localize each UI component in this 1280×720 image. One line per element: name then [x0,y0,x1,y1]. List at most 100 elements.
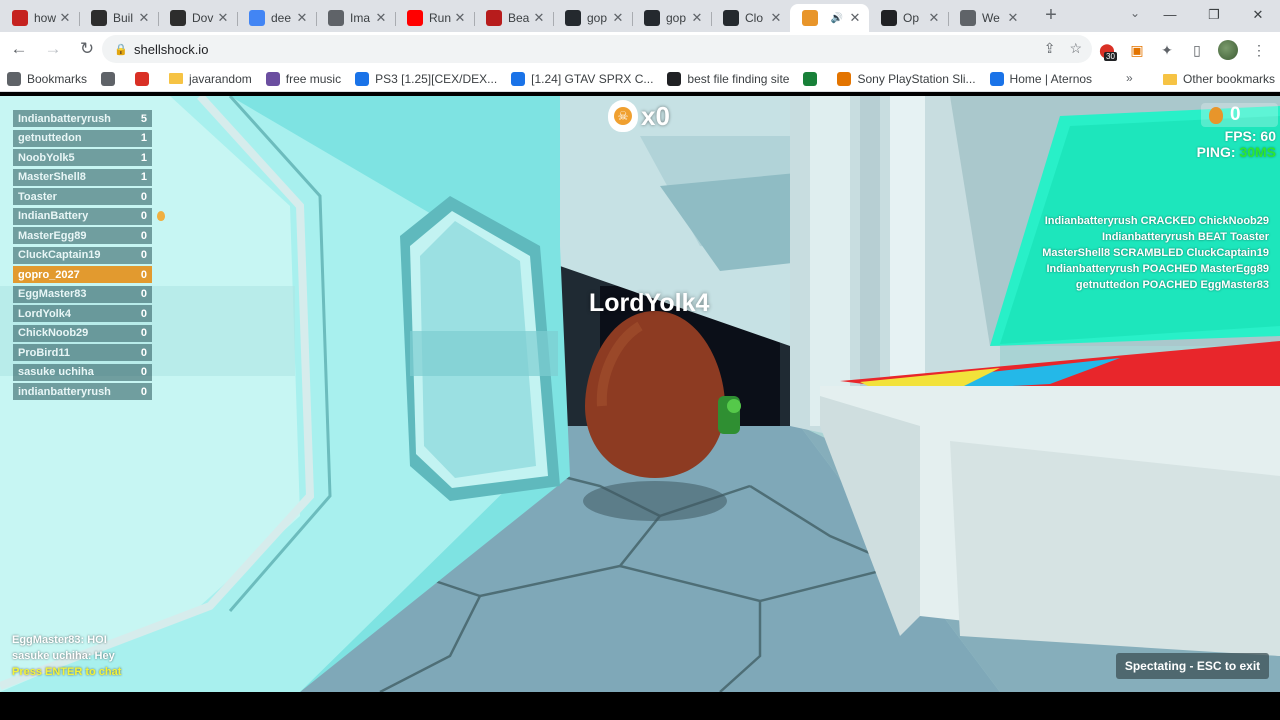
kill-feed-entry: Indianbatteryrush BEAT Toaster [1101,231,1269,243]
player-name: MasterEgg89 [18,229,87,242]
tab-close-icon[interactable]: ✕ [926,10,942,26]
kill-feed-entry: Indianbatteryrush POACHED MasterEgg89 [1046,263,1270,275]
spectating-exit-button[interactable]: Spectating - ESC to exit [1116,653,1269,679]
bookmark-item[interactable] [94,71,128,86]
browser-tab[interactable]: Op ✕ [869,4,948,32]
address-bar[interactable]: 🔒 shellshock.io ⇪ ☆ [102,35,1092,63]
leaderboard-row: NoobYolk5 1 [13,149,152,166]
player-score: 0 [140,327,147,339]
browser-tab[interactable]: Run ✕ [395,4,474,32]
extension-badge: 30 [1104,52,1117,61]
other-bookmarks[interactable]: Other bookmarks [1156,66,1280,92]
tab-close-icon[interactable]: ✕ [57,10,73,26]
tab-close-icon[interactable]: ✕ [1005,10,1021,26]
chat-message: EggMaster83: HOI [12,634,107,646]
player-score: 0 [140,288,147,300]
folder-icon [1163,73,1177,85]
player-name: IndianBattery [18,210,89,222]
bookmark-star-icon[interactable]: ☆ [1069,40,1082,57]
chat-hint[interactable]: Press ENTER to chat [12,664,121,680]
game-viewport[interactable]: Indianbatteryrush 5 getnuttedon 1 NoobYolk5 1… [0,96,1280,692]
leaderboard: Indianbatteryrush 5 getnuttedon 1 NoobYolk5 1… [13,110,152,403]
browser-tab[interactable]: how ✕ [0,4,79,32]
puzzle-extensions-icon[interactable]: ✦ [1158,41,1176,59]
tab-title: dee [271,11,292,25]
chart-favicon-icon [328,10,344,26]
bookmark-item[interactable]: free music [259,71,348,86]
kill-feed: Indianbatteryrush CRACKED ChickNoob29 Ind… [1042,213,1269,293]
leaderboard-row: Toaster 0 [13,188,152,205]
player-name: EggMaster83 [18,288,87,300]
leaderboard-row: gopro_2027 0 [13,266,152,283]
lock-icon[interactable]: 🔒 [114,43,128,56]
browser-tab[interactable]: Ima ✕ [316,4,395,32]
bookmark-item[interactable] [128,71,162,86]
player-name: MasterShell8 [18,171,86,183]
bookmarks-overflow-icon[interactable]: » [1126,71,1133,85]
leaderboard-row: MasterShell8 1 [13,168,152,186]
side-panel-icon[interactable]: ▯ [1188,41,1206,59]
tab-close-icon[interactable]: ✕ [531,10,547,26]
speaker-icon[interactable]: 🔊 [831,13,843,24]
leaderboard-row: EggMaster83 0 [13,285,152,303]
back-icon[interactable]: ← [4,34,34,64]
globe-favicon-icon [960,10,976,26]
browser-tab[interactable]: Buil ✕ [79,4,158,32]
bookmark-item[interactable]: Bookmarks [0,71,94,86]
extension-color-icon[interactable]: ▣ [1128,41,1146,59]
restore-icon[interactable]: ❐ [1192,0,1236,30]
bookmark-item[interactable] [796,71,830,86]
tab-title: Op [903,11,920,25]
tab-title: how [34,11,57,25]
new-tab-button[interactable]: + [1037,2,1065,30]
tab-title: gop [587,11,608,25]
minimize-icon[interactable]: — [1148,0,1192,30]
player-name: gopro_2027 [18,268,80,281]
game-scene [0,96,1280,692]
tab-close-icon[interactable]: ✕ [768,10,784,26]
youtube-favicon-icon [407,10,423,26]
bookmark-item[interactable]: Sony PlayStation Sli... [830,71,982,86]
tab-close-icon[interactable]: ✕ [610,10,626,26]
share-icon[interactable]: ⇪ [1044,40,1056,57]
tab-close-icon[interactable]: ✕ [847,10,863,26]
tab-close-icon[interactable]: ✕ [136,10,152,26]
globe-icon [101,71,116,86]
tab-close-icon[interactable]: ✕ [452,10,468,26]
browser-tab[interactable]: gop ✕ [553,4,632,32]
nvidia-favicon-icon [170,10,186,26]
profile-avatar[interactable] [1218,40,1238,60]
menu-kebab-icon[interactable]: ⋮ [1250,41,1268,59]
browser-tab[interactable]: Clo ✕ [711,4,790,32]
url-text[interactable]: shellshock.io [134,42,208,57]
bookmark-item[interactable]: PS3 [1.25][CEX/DEX... [348,71,504,86]
bookmark-item[interactable]: Home | Aternos [983,71,1100,86]
tab-close-icon[interactable]: ✕ [689,10,705,26]
bookmark-item[interactable]: javarandom [162,72,259,86]
player-name: indianbatteryrush [18,385,111,398]
browser-tab[interactable]: 🔊 ✕ [790,4,869,32]
leaderboard-row: ProBird11 0 [13,344,152,361]
browser-tab[interactable]: dee ✕ [237,4,316,32]
bookmark-item[interactable]: best file finding site [660,71,796,86]
forward-icon[interactable]: → [38,34,68,64]
browser-tab[interactable]: We ✕ [948,4,1027,32]
tab-close-icon[interactable]: ✕ [373,10,389,26]
folder-icon [169,73,184,84]
bookmark-label: best file finding site [687,71,790,86]
shellshock-favicon-icon [12,10,28,26]
golden-egg-icon [1209,106,1223,124]
player-score: 1 [140,132,147,144]
browser-tab[interactable]: Bea ✕ [474,4,553,32]
tab-title: Buil [113,11,134,25]
close-window-icon[interactable]: ✕ [1236,0,1280,30]
tab-close-icon[interactable]: ✕ [294,10,310,26]
browser-tab[interactable]: gop ✕ [632,4,711,32]
reload-icon[interactable]: ↻ [72,34,102,64]
tab-search-icon[interactable]: ⌄ [1130,6,1140,20]
tab-close-icon[interactable]: ✕ [215,10,231,26]
bookmark-item[interactable]: [1.24] GTAV SPRX C... [504,71,660,86]
browser-tab[interactable]: Dov ✕ [158,4,237,32]
shellshock-favicon-icon [802,10,818,26]
tab-title: Run [429,11,452,25]
